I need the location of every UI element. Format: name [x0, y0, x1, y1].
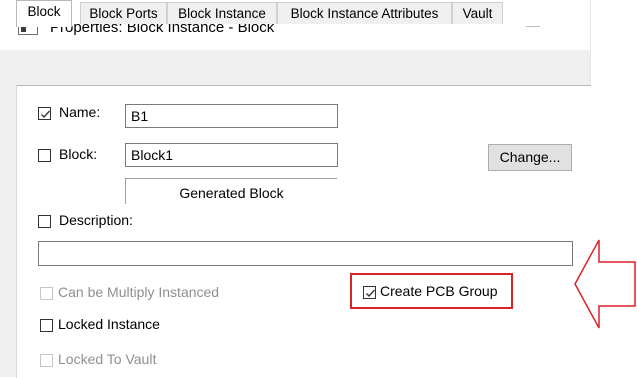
- block-input[interactable]: Block1: [125, 143, 338, 167]
- checkmark-icon: [41, 110, 50, 118]
- tab-block-ports[interactable]: Block Ports: [80, 2, 167, 24]
- locked-to-vault-label: Locked To Vault: [58, 351, 157, 367]
- tab-vault[interactable]: Vault: [452, 2, 503, 24]
- tab-label: Vault: [462, 6, 493, 21]
- tab-label: Block Ports: [89, 6, 158, 21]
- name-label: Name:: [59, 104, 101, 120]
- locked-to-vault-checkbox[interactable]: [40, 354, 53, 367]
- description-checkbox[interactable]: [38, 215, 51, 228]
- change-button[interactable]: Change...: [488, 144, 572, 171]
- tab-block[interactable]: Block: [16, 0, 72, 27]
- block-label: Block:: [59, 146, 98, 162]
- tab-block-instance[interactable]: Block Instance: [167, 2, 277, 24]
- multiply-instanced-checkbox[interactable]: [40, 287, 53, 300]
- name-checkbox[interactable]: [38, 107, 51, 120]
- name-input[interactable]: B1: [125, 104, 338, 128]
- left-arrow-icon: [574, 239, 636, 329]
- multiply-instanced-label: Can be Multiply Instanced: [58, 284, 220, 300]
- tab-block-instance-attributes[interactable]: Block Instance Attributes: [277, 2, 452, 24]
- tab-panel-block: [16, 85, 591, 378]
- description-input[interactable]: [38, 241, 573, 266]
- block-checkbox[interactable]: [38, 149, 51, 162]
- generated-block-caption: Generated Block: [125, 178, 337, 204]
- description-label: Description:: [59, 212, 133, 228]
- tab-label: Block Instance Attributes: [290, 6, 439, 21]
- highlight-box: [350, 273, 513, 309]
- locked-instance-label: Locked Instance: [58, 316, 160, 332]
- change-button-label: Change...: [499, 149, 561, 165]
- minimize-icon[interactable]: [524, 16, 544, 36]
- tab-label: Block: [27, 4, 61, 19]
- tab-label: Block Instance: [178, 6, 266, 21]
- properties-dialog: Properties: Block Instance - Block Block…: [0, 0, 591, 378]
- locked-instance-checkbox[interactable]: [40, 319, 53, 332]
